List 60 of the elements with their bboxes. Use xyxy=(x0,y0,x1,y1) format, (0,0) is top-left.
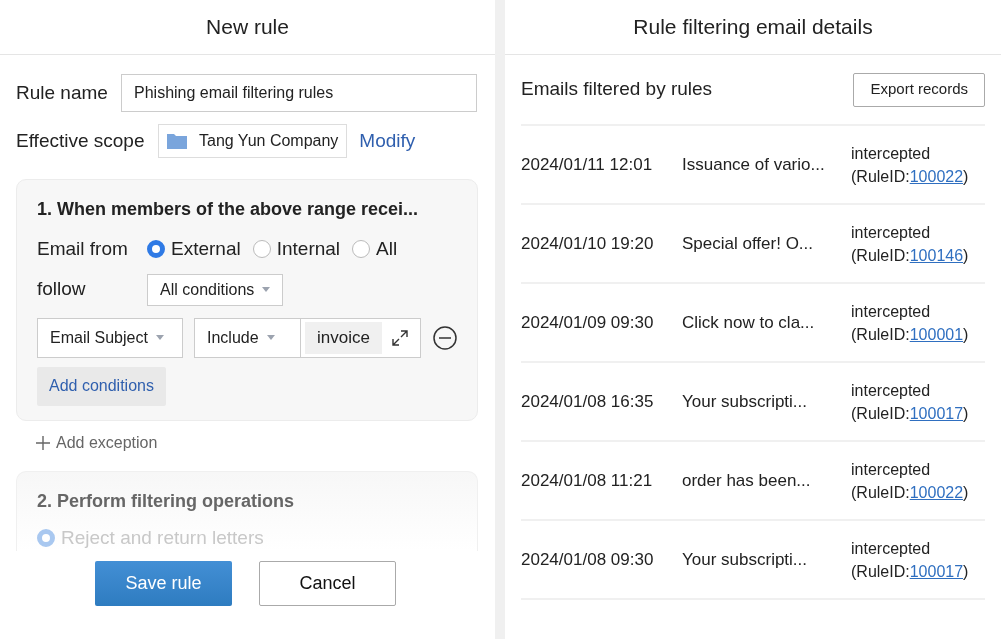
scope-value: Tang Yun Company xyxy=(199,131,339,151)
email-subject: Click now to cla... xyxy=(682,311,816,334)
add-exception-button[interactable]: Add exception xyxy=(36,430,158,455)
keyword-tag: invoice xyxy=(305,321,382,354)
remove-icon[interactable] xyxy=(433,325,457,350)
cancel-button[interactable]: Cancel xyxy=(259,560,396,606)
email-time: 2024/01/08 09:30 xyxy=(521,548,655,571)
field-label: follow xyxy=(37,277,87,302)
radio-button[interactable] xyxy=(352,240,371,259)
radio-label: External xyxy=(171,237,241,261)
caret-icon xyxy=(262,287,271,292)
rule-id-link[interactable]: 100022 xyxy=(909,167,964,185)
email-time: 2024/01/09 09:30 xyxy=(521,311,655,334)
card-title: 2. Perform filtering operations xyxy=(37,489,296,513)
email-time: 2024/01/11 12:01 xyxy=(521,153,654,176)
email-subject: Your subscripti... xyxy=(682,548,809,571)
save-button[interactable]: Save rule xyxy=(95,560,232,606)
email-time: 2024/01/08 11:21 xyxy=(521,469,654,492)
modify-link[interactable]: Modify xyxy=(359,126,416,156)
filter-status: intercepted (RuleID:100022) xyxy=(851,143,969,187)
filter-status: intercepted (RuleID:100017) xyxy=(851,538,969,582)
email-subject: order has been... xyxy=(682,469,812,492)
radio-button[interactable] xyxy=(252,240,271,259)
filter-status: intercepted (RuleID:100022) xyxy=(851,459,969,503)
scope-field[interactable]: Tang Yun Company xyxy=(158,124,348,158)
section-title: Emails filtered by rules xyxy=(521,77,713,102)
rule-id-link[interactable]: 100022 xyxy=(909,483,964,501)
caret-icon xyxy=(266,335,275,340)
expand-icon[interactable] xyxy=(392,329,408,346)
email-subject: Special offer! O... xyxy=(682,232,815,255)
card-title: 1. When members of the above range recei... xyxy=(37,198,420,221)
rule-id-link[interactable]: 100017 xyxy=(909,562,964,580)
field-label: Effective scope xyxy=(16,128,146,153)
email-time: 2024/01/08 16:35 xyxy=(521,390,655,413)
rule-name-field[interactable]: Phishing email filtering rules xyxy=(121,74,477,112)
radio-button[interactable] xyxy=(147,240,165,259)
folder-icon xyxy=(167,133,187,149)
rule-id-link[interactable]: 100146 xyxy=(909,246,964,264)
radio-button[interactable] xyxy=(37,528,55,547)
add-conditions-button[interactable]: Add conditions xyxy=(37,366,166,406)
panel-title: New rule xyxy=(206,14,289,41)
rule-id-link[interactable]: 100001 xyxy=(909,325,964,343)
filter-status: intercepted (RuleID:100001) xyxy=(851,301,969,345)
follow-dropdown[interactable]: All conditions xyxy=(147,273,284,306)
email-subject: Your subscripti... xyxy=(682,390,809,413)
caret-icon xyxy=(155,335,164,340)
filter-status: intercepted (RuleID:100017) xyxy=(851,380,969,424)
rule-id-link[interactable]: 100017 xyxy=(909,404,964,422)
field-label: Rule name xyxy=(16,80,109,105)
radio-label: Internal xyxy=(276,237,341,261)
email-subject: Issuance of vario... xyxy=(682,153,826,176)
plus-icon xyxy=(36,435,50,450)
panel-title: Rule filtering email details xyxy=(633,14,873,41)
operator-dropdown[interactable]: Include xyxy=(195,318,301,357)
export-button[interactable]: Export records xyxy=(853,72,985,107)
radio-label: All xyxy=(376,237,398,261)
field-dropdown[interactable]: Email Subject xyxy=(37,317,183,358)
email-time: 2024/01/10 19:20 xyxy=(521,232,655,255)
field-label: Email from xyxy=(37,237,129,261)
filter-status: intercepted (RuleID:100146) xyxy=(851,222,969,266)
